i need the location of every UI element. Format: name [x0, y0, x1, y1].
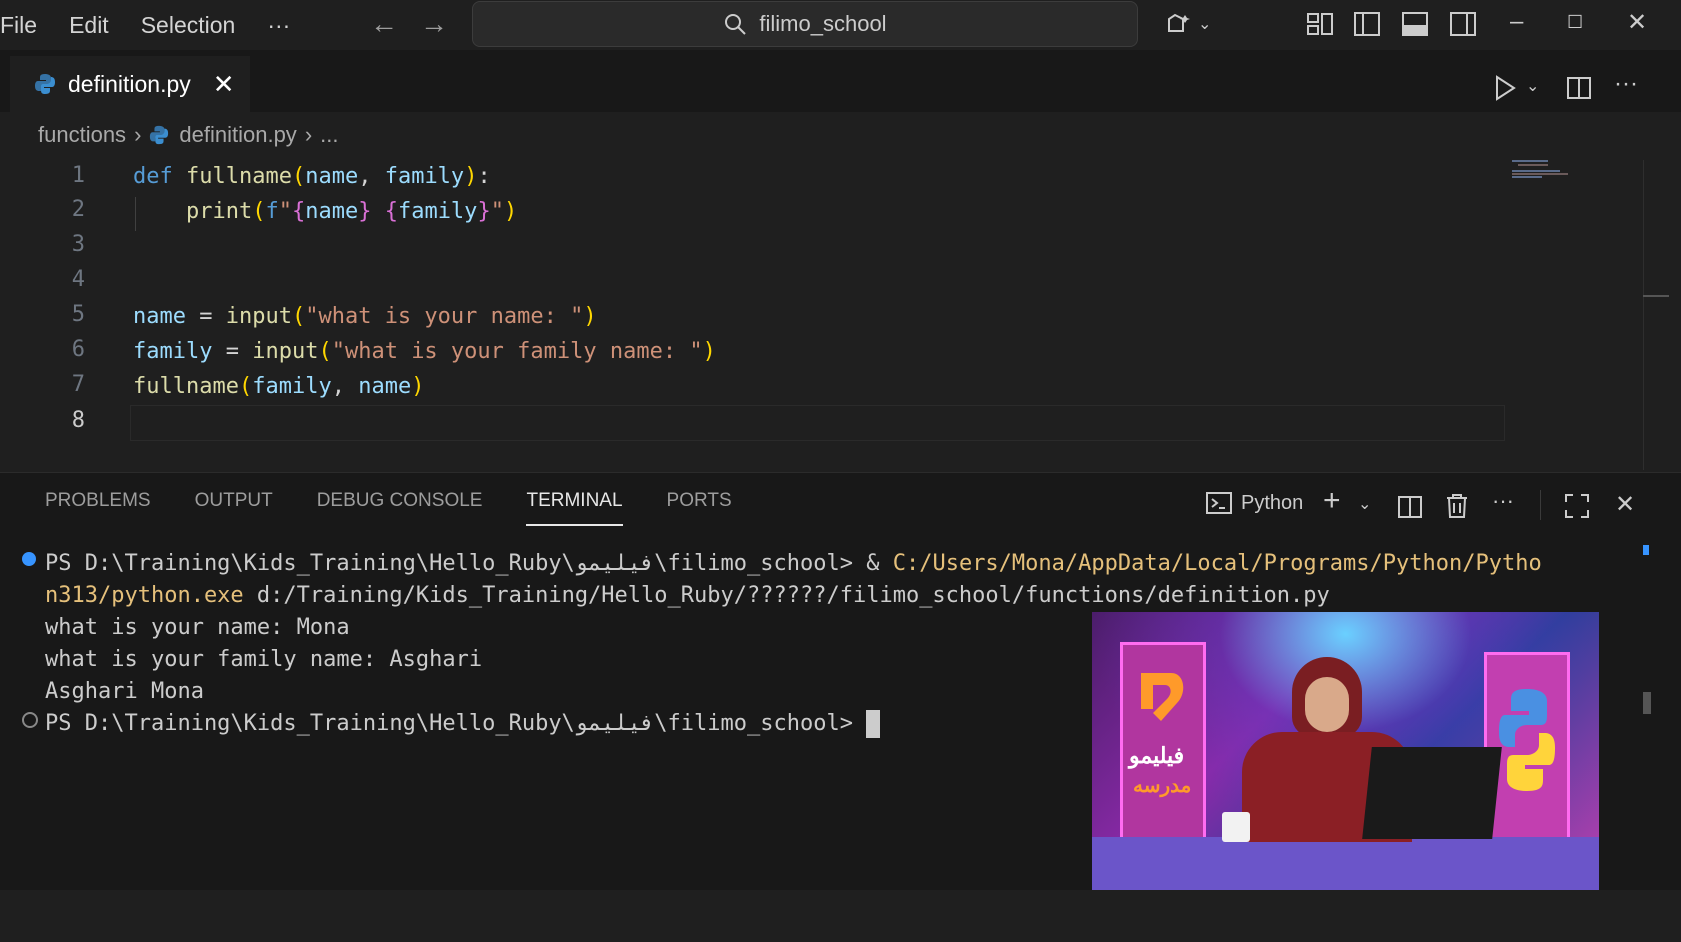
terminal-shell-name: Python: [1241, 491, 1304, 514]
search-icon: [725, 14, 747, 35]
tab-debug-console[interactable]: DEBUG CONSOLE: [317, 490, 483, 512]
line-number: 6: [71, 337, 85, 362]
terminal-argument: d:/Training/Kids_Training/Hello_Ruby/???…: [243, 583, 1330, 608]
filimo-logo-icon: [1141, 673, 1184, 721]
current-line-highlight: [130, 405, 1505, 441]
terminal-line: what is your name: Mona: [45, 615, 350, 640]
breadcrumb-folder[interactable]: functions: [38, 122, 126, 148]
code-line-1: def fullname(name, family):: [133, 164, 491, 189]
copilot-icon[interactable]: [1163, 9, 1193, 39]
python-file-icon: [150, 125, 169, 145]
line-number: 3: [71, 232, 85, 257]
customize-layout-icon[interactable]: [1305, 9, 1335, 39]
split-editor-icon[interactable]: [1565, 74, 1593, 102]
editor-scrollbar-track[interactable]: [1643, 160, 1644, 470]
laptop: [1362, 747, 1502, 839]
close-panel-icon[interactable]: ✕: [1615, 490, 1635, 519]
toggle-primary-sidebar-icon[interactable]: [1352, 9, 1382, 39]
panel-more-actions-icon[interactable]: ···: [1492, 488, 1514, 514]
tab-definition-py[interactable]: definition.py ✕: [10, 56, 250, 112]
menu-more[interactable]: ···: [267, 12, 290, 39]
minimap[interactable]: [1512, 160, 1572, 178]
terminal-prompt: PS D:\Training\Kids_Training\Hello_Ruby\…: [45, 711, 867, 736]
close-window-icon[interactable]: ✕: [1627, 8, 1647, 37]
chevron-down-icon[interactable]: ⌄: [1198, 14, 1211, 34]
command-pending-dot[interactable]: [22, 712, 38, 728]
line-number: 1: [71, 163, 85, 188]
run-dropdown-chevron-icon[interactable]: ⌄: [1526, 76, 1539, 96]
menu-selection[interactable]: Selection: [141, 12, 236, 39]
back-arrow-icon[interactable]: ←: [370, 8, 398, 40]
line-number: 2: [71, 197, 85, 222]
split-terminal-icon[interactable]: [1397, 494, 1423, 520]
terminal-icon: [1206, 492, 1232, 514]
toolbar-divider: [1540, 490, 1541, 520]
forward-arrow-icon[interactable]: →: [420, 8, 448, 40]
trash-icon[interactable]: [1444, 492, 1470, 520]
terminal-command: C:/Users/Mona/AppData/Local/Programs/Pyt…: [892, 551, 1542, 576]
filimo-logo-text: فیلیمو: [1129, 743, 1185, 768]
toggle-panel-icon[interactable]: [1400, 9, 1430, 39]
line-number-active: 8: [71, 408, 85, 433]
filimo-banner: فیلیمو مدرسه: [1120, 642, 1206, 843]
tab-label: definition.py: [68, 70, 191, 97]
terminal-prompt: PS D:\Training\Kids_Training\Hello_Ruby\…: [45, 551, 893, 576]
presenter-video: فیلیمو مدرسه: [1092, 612, 1599, 897]
terminal-scrollbar-thumb[interactable]: [1643, 692, 1651, 714]
terminal-line: PS D:\Training\Kids_Training\Hello_Ruby\…: [45, 708, 881, 740]
breadcrumb: functions › definition.py › ...: [38, 122, 338, 148]
menu-file[interactable]: File: [0, 12, 37, 39]
python-logo-icon: [1499, 689, 1555, 791]
maximize-icon[interactable]: ☐: [1567, 12, 1583, 33]
menu-edit[interactable]: Edit: [69, 12, 109, 39]
line-number: 4: [71, 267, 85, 292]
line-number: 5: [71, 302, 85, 327]
new-terminal-plus-icon[interactable]: +: [1323, 484, 1341, 518]
status-area: [0, 890, 1681, 942]
mug: [1222, 812, 1250, 842]
tab-problems[interactable]: PROBLEMS: [45, 490, 151, 512]
editor-scroll-marker: [1643, 295, 1669, 297]
toggle-secondary-sidebar-icon[interactable]: [1448, 9, 1478, 39]
command-center-search[interactable]: filimo_school: [472, 1, 1138, 47]
terminal-scroll-marker: [1643, 545, 1649, 555]
line-number: 7: [71, 372, 85, 397]
chevron-right-icon: ›: [134, 122, 142, 147]
code-line-6: family = input("what is your family name…: [133, 339, 716, 364]
terminal-line: PS D:\Training\Kids_Training\Hello_Ruby\…: [45, 548, 1542, 580]
tab-ports[interactable]: PORTS: [667, 490, 732, 512]
search-text: filimo_school: [759, 11, 887, 36]
terminal-line: n313/python.exe d:/Training/Kids_Trainin…: [45, 580, 1330, 612]
madrese-logo-text: مدرسه: [1133, 775, 1192, 797]
editor-more-actions-icon[interactable]: ···: [1614, 70, 1638, 98]
terminal-cursor: [866, 710, 881, 738]
terminal-command: n313/python.exe: [45, 583, 244, 608]
terminal-line: Asghari Mona: [45, 679, 204, 704]
editor-tab-bar: definition.py ✕: [0, 50, 1681, 112]
code-line-2: print(f"{name} {family}"): [185, 199, 518, 224]
breadcrumb-more[interactable]: ...: [320, 122, 338, 148]
panel-tabs: PROBLEMS OUTPUT DEBUG CONSOLE TERMINAL P…: [45, 473, 776, 529]
close-tab-icon[interactable]: ✕: [213, 69, 235, 100]
menu-bar: File Edit Selection ···: [0, 12, 322, 39]
command-success-dot[interactable]: [22, 552, 36, 566]
python-file-icon: [35, 74, 55, 94]
terminal-line: what is your family name: Asghari: [45, 647, 483, 672]
code-line-7: fullname(family, name): [133, 374, 425, 399]
maximize-panel-icon[interactable]: [1563, 492, 1591, 520]
tab-terminal[interactable]: TERMINAL: [526, 490, 623, 526]
chevron-down-icon[interactable]: ⌄: [1358, 494, 1371, 514]
tab-output[interactable]: OUTPUT: [195, 490, 273, 512]
chevron-right-icon: ›: [304, 122, 313, 147]
breadcrumb-file[interactable]: definition.py: [179, 122, 296, 148]
terminal-profile[interactable]: Python: [1205, 490, 1303, 516]
presenter-face: [1305, 677, 1349, 732]
minimize-icon[interactable]: –: [1510, 8, 1523, 36]
code-line-5: name = input("what is your name: "): [133, 304, 597, 329]
desk: [1092, 837, 1599, 897]
run-python-file-icon[interactable]: [1492, 74, 1518, 102]
